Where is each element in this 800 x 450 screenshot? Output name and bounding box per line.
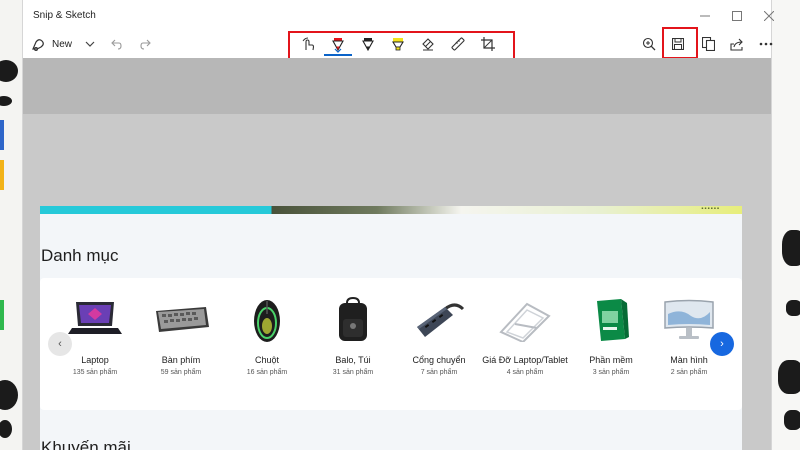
selected-tool-indicator bbox=[324, 54, 352, 56]
category-carousel: ‹ Laptop 135 sản phẩm Bàn phím 59 sản ph… bbox=[40, 278, 742, 410]
maximize-button[interactable] bbox=[721, 4, 753, 28]
promo-banner: ▪▪▪▪▪▪ bbox=[40, 206, 742, 214]
minimize-icon bbox=[700, 15, 710, 17]
undo-icon bbox=[111, 39, 122, 50]
new-button-label: New bbox=[52, 38, 73, 50]
banner-text: ▪▪▪▪▪▪ bbox=[701, 206, 720, 212]
more-button[interactable] bbox=[755, 32, 777, 56]
minimize-button[interactable] bbox=[689, 4, 721, 28]
mouse-icon bbox=[237, 294, 297, 346]
copy-button[interactable] bbox=[697, 32, 719, 56]
redo-icon bbox=[140, 39, 151, 50]
category-item[interactable]: Laptop 135 sản phẩm bbox=[52, 294, 138, 376]
category-count: 31 sản phẩm bbox=[332, 369, 374, 376]
section-title: Danh mục bbox=[41, 246, 119, 265]
category-item[interactable]: Chuột 16 sản phẩm bbox=[224, 294, 310, 376]
share-icon bbox=[730, 38, 743, 51]
zoom-button[interactable] bbox=[638, 32, 660, 56]
category-count: 2 sản phẩm bbox=[670, 369, 708, 376]
laptop-icon bbox=[65, 294, 125, 346]
category-name: Cổng chuyển bbox=[412, 355, 466, 365]
category-name: Bàn phím bbox=[161, 355, 201, 365]
captured-webpage: ▪▪▪▪▪▪ Danh mục ‹ Laptop 135 sản phẩm Bà… bbox=[40, 206, 742, 450]
backpack-icon bbox=[323, 294, 383, 346]
chevron-down-icon bbox=[85, 41, 95, 47]
canvas-top-band bbox=[23, 58, 771, 114]
desktop-background-left bbox=[0, 0, 22, 450]
carousel-next-button[interactable]: › bbox=[710, 332, 734, 356]
redo-button[interactable] bbox=[137, 32, 155, 56]
new-button[interactable]: New bbox=[31, 32, 81, 56]
canvas-area[interactable]: ▪▪▪▪▪▪ Danh mục ‹ Laptop 135 sản phẩm Bà… bbox=[23, 58, 771, 450]
snip-and-sketch-window: Snip & Sketch New ▪▪▪▪▪▪ Danh mục ‹ Lapt… bbox=[22, 0, 774, 450]
title-bar: Snip & Sketch bbox=[23, 0, 774, 30]
software-box-icon bbox=[581, 294, 641, 346]
category-name: Phần mềm bbox=[589, 355, 633, 365]
maximize-icon bbox=[732, 11, 742, 21]
category-name: Giá Đỡ Laptop/Tablet bbox=[482, 355, 568, 365]
usb-hub-icon bbox=[409, 294, 469, 346]
close-icon bbox=[764, 11, 774, 21]
category-item[interactable]: Phần mềm 3 sản phẩm bbox=[568, 294, 654, 376]
category-item[interactable]: Giá Đỡ Laptop/Tablet 4 sản phẩm bbox=[482, 294, 568, 376]
more-icon bbox=[759, 42, 773, 46]
category-count: 135 sản phẩm bbox=[72, 369, 118, 376]
annotation-box-save-button bbox=[662, 27, 698, 59]
section-title-promotions: Khuyến mãi bbox=[41, 438, 131, 450]
category-name: Chuột bbox=[254, 355, 280, 365]
category-count: 3 sản phẩm bbox=[592, 369, 630, 376]
pen-options-chevron-icon[interactable] bbox=[334, 48, 342, 53]
category-name: Laptop bbox=[81, 355, 109, 365]
category-count: 59 sản phẩm bbox=[160, 369, 202, 376]
category-count: 4 sản phẩm bbox=[506, 369, 544, 376]
undo-button[interactable] bbox=[107, 32, 125, 56]
category-name: Balo, Túi bbox=[335, 355, 371, 365]
new-snip-icon bbox=[32, 39, 44, 51]
chevron-right-icon: › bbox=[720, 338, 724, 350]
category-count: 7 sản phẩm bbox=[420, 369, 458, 376]
desktop-background-right bbox=[772, 0, 800, 450]
zoom-icon bbox=[642, 37, 656, 51]
app-title: Snip & Sketch bbox=[33, 10, 96, 21]
close-button[interactable] bbox=[753, 4, 785, 28]
laptop-stand-icon bbox=[495, 294, 555, 346]
share-button[interactable] bbox=[726, 32, 748, 56]
category-item[interactable]: Cổng chuyển 7 sản phẩm bbox=[396, 294, 482, 376]
category-item[interactable]: Balo, Túi 31 sản phẩm bbox=[310, 294, 396, 376]
copy-icon bbox=[701, 37, 715, 51]
monitor-icon bbox=[659, 294, 719, 346]
keyboard-icon bbox=[151, 294, 211, 346]
category-count: 16 sản phẩm bbox=[246, 369, 288, 376]
new-options-dropdown[interactable] bbox=[81, 32, 99, 56]
category-item[interactable]: Bàn phím 59 sản phẩm bbox=[138, 294, 224, 376]
